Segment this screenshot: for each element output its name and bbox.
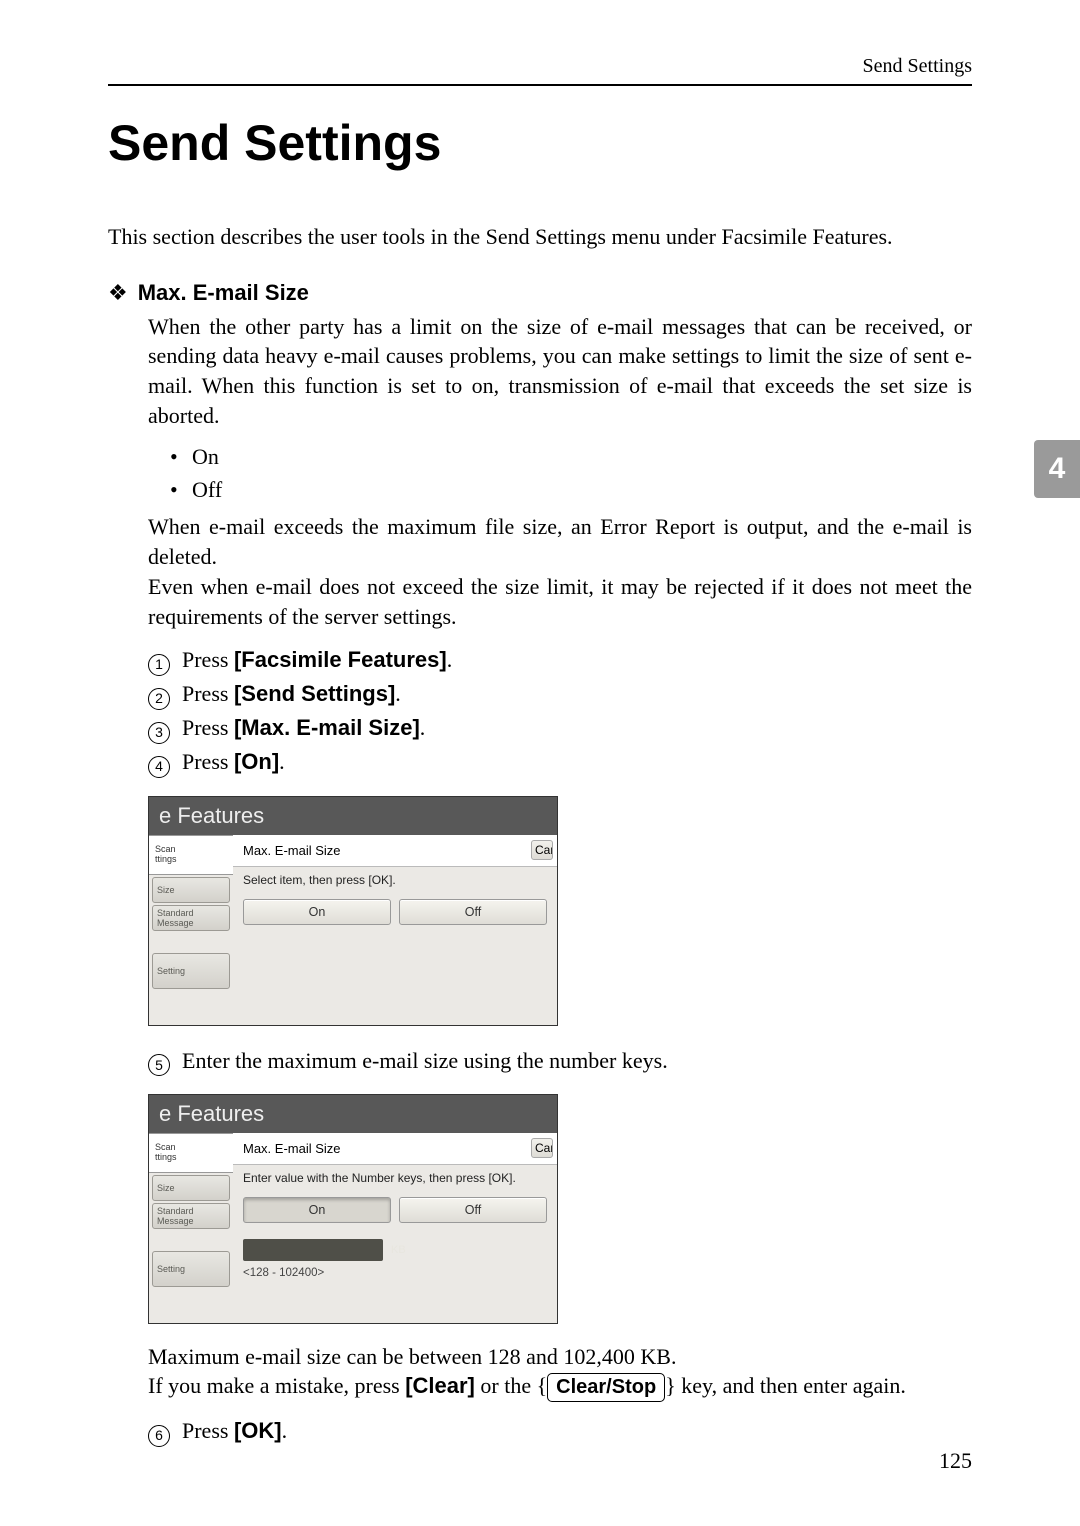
device-screenshot-2: e Features Scan ttings Size Standard Mes… [148, 1094, 558, 1324]
step-6-prefix: Press [182, 1418, 234, 1443]
chapter-tab: 4 [1034, 440, 1080, 498]
device-panel-title-2: Max. E-mail Size [243, 1141, 341, 1156]
step-2-bold: [Send Settings] [234, 681, 395, 706]
step-6: Press [OK]. [182, 1414, 972, 1448]
device-panel-title: Max. E-mail Size [243, 843, 341, 858]
note-mistake-clear: [Clear] [405, 1373, 475, 1398]
step-2-prefix: Press [182, 681, 234, 706]
device-titlebar-2: e Features [149, 1095, 557, 1133]
device-off-button-2[interactable]: Off [399, 1197, 547, 1223]
step-3: Press [Max. E-mail Size]. [182, 711, 972, 745]
running-head: Send Settings [108, 55, 972, 86]
step-1-bold: [Facsimile Features] [234, 647, 447, 672]
device-screenshot-1: e Features Scan ttings Size Standard Mes… [148, 796, 558, 1026]
clear-stop-key: Clear/Stop [547, 1373, 665, 1402]
device-on-button-2[interactable]: On [243, 1197, 391, 1223]
intro-paragraph: This section describes the user tools in… [108, 222, 972, 252]
step-4: Press [On]. [182, 745, 972, 779]
device-side-standard-message[interactable]: Standard Message [152, 905, 230, 931]
step-4-suffix: . [279, 749, 285, 774]
device-tab-scan-line2: ttings [155, 855, 177, 865]
option-off: Off [170, 473, 972, 506]
device-hint-2: Enter value with the Number keys, then p… [233, 1165, 557, 1195]
device-tab-scan-2[interactable]: Scan ttings [149, 1133, 233, 1173]
step-1: Press [Facsimile Features]. [182, 643, 972, 677]
device-side-size-2[interactable]: Size [152, 1175, 230, 1201]
device-kb-label: KB [391, 1244, 406, 1256]
step-3-prefix: Press [182, 715, 234, 740]
device-tab-scan[interactable]: Scan ttings [149, 835, 233, 875]
step-4-bold: [On] [234, 749, 279, 774]
device-titlebar: e Features [149, 797, 557, 835]
step-number-4: 4 [148, 756, 170, 778]
step-2: Press [Send Settings]. [182, 677, 972, 711]
device-range-label: <128 - 102400> [233, 1263, 557, 1289]
step-6-suffix: . [282, 1418, 288, 1443]
device-cancel-button-2[interactable]: Can [531, 1138, 553, 1158]
step-number-5: 5 [148, 1054, 170, 1076]
section-para-2: When e-mail exceeds the maximum file siz… [148, 512, 972, 571]
step-number-2: 2 [148, 688, 170, 710]
step-6-bold: [OK] [234, 1418, 282, 1443]
device-side-standard-message-2[interactable]: Standard Message [152, 1203, 230, 1229]
device-side-setting-2[interactable]: Setting [152, 1251, 230, 1287]
note-mistake-pre: If you make a mistake, press [148, 1373, 405, 1398]
step-number-1: 1 [148, 654, 170, 676]
step-1-prefix: Press [182, 647, 234, 672]
device-side-setting[interactable]: Setting [152, 953, 230, 989]
note-mistake-post: key, and then enter again. [676, 1373, 906, 1398]
diamond-bullet-icon: ❖ [108, 282, 128, 304]
section-para-1: When the other party has a limit on the … [148, 312, 972, 431]
note-mistake: If you make a mistake, press [Clear] or … [148, 1371, 972, 1402]
device-tab-scan2-line2: ttings [155, 1153, 177, 1163]
section-para-3: Even when e-mail does not exceed the siz… [148, 572, 972, 631]
step-1-suffix: . [447, 647, 453, 672]
device-cancel-button[interactable]: Can [531, 840, 553, 860]
page-title: Send Settings [108, 114, 972, 172]
device-on-button[interactable]: On [243, 899, 391, 925]
step-3-bold: [Max. E-mail Size] [234, 715, 420, 740]
step-number-3: 3 [148, 722, 170, 744]
note-range: Maximum e-mail size can be between 128 a… [148, 1342, 972, 1372]
device-hint: Select item, then press [OK]. [233, 867, 557, 897]
section-heading: Max. E-mail Size [138, 280, 309, 306]
device-off-button[interactable]: Off [399, 899, 547, 925]
page-number: 125 [939, 1448, 972, 1474]
step-2-suffix: . [395, 681, 401, 706]
option-on: On [170, 440, 972, 473]
note-mistake-mid: or the [475, 1373, 537, 1398]
device-size-input[interactable] [243, 1239, 383, 1261]
step-3-suffix: . [420, 715, 426, 740]
step-number-6: 6 [148, 1425, 170, 1447]
device-side-size[interactable]: Size [152, 877, 230, 903]
step-4-prefix: Press [182, 749, 234, 774]
step-5: Enter the maximum e-mail size using the … [182, 1044, 972, 1078]
